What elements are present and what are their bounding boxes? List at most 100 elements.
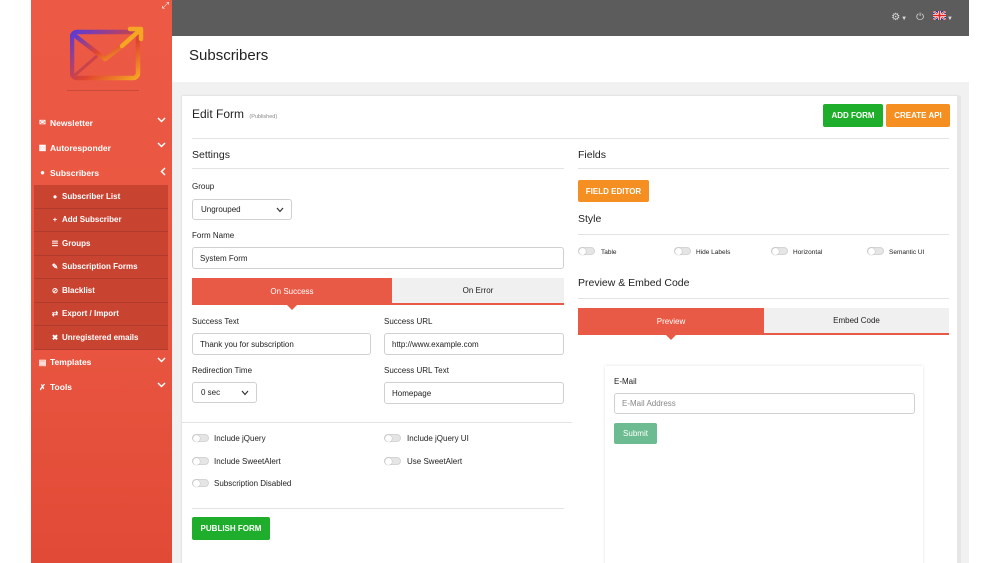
sidebar-item-label: Blacklist xyxy=(62,285,95,295)
include-jquery-ui-toggle[interactable] xyxy=(384,434,401,442)
sidebar-item-label: Newsletter xyxy=(50,117,93,128)
style-horizontal-toggle[interactable] xyxy=(771,247,788,255)
fields-title: Fields xyxy=(578,149,607,161)
status-badge: (Published) xyxy=(249,114,278,120)
field-editor-button[interactable]: FIELD EDITOR xyxy=(578,180,649,202)
paint-roller-icon: ▤ xyxy=(38,357,47,367)
caret-down-icon: ▼ xyxy=(947,16,953,22)
tab-active-notch xyxy=(287,305,297,310)
group-label: Group xyxy=(192,182,215,191)
submit-button[interactable]: Submit xyxy=(614,423,657,444)
sidebar-item-blacklist[interactable]: ⊘ Blacklist xyxy=(34,279,168,303)
create-api-button[interactable]: CREATE API xyxy=(886,104,950,127)
power-icon[interactable]: ⏻ xyxy=(916,12,924,23)
tools-icon: ✗ xyxy=(39,382,46,392)
sidebar-collapse-icon[interactable]: ⤢ xyxy=(162,1,169,10)
divider xyxy=(578,168,949,169)
plus-icon: + xyxy=(52,215,58,225)
sidebar-item-label: Export / Import xyxy=(62,309,119,319)
sidebar: ⤢ ✉ Newsletter ▩ Autoresponder ● Subscri… xyxy=(31,0,172,563)
form-name-input[interactable]: System Form xyxy=(192,247,564,269)
truck-icon: ▩ xyxy=(38,143,47,152)
redirection-time-select[interactable]: 0 sec xyxy=(192,382,257,403)
subscription-disabled-toggle[interactable] xyxy=(192,479,209,487)
sidebar-item-autoresponder[interactable]: ▩ Autoresponder xyxy=(31,135,172,160)
uk-flag-icon xyxy=(933,11,947,20)
language-menu[interactable]: ▼ xyxy=(933,11,953,23)
ban-icon: ⊘ xyxy=(51,285,59,295)
tab-preview[interactable]: Preview xyxy=(578,308,764,340)
list-icon: ☰ xyxy=(51,238,59,248)
exchange-icon: ⇄ xyxy=(51,309,59,319)
divider xyxy=(182,422,572,423)
sidebar-item-templates[interactable]: ▤ Templates xyxy=(31,350,172,375)
sidebar-item-label: Add Subscriber xyxy=(62,215,122,225)
divider xyxy=(192,168,564,169)
sidebar-item-groups[interactable]: ☰ Groups xyxy=(34,232,168,256)
card-title: Edit Form (Published) xyxy=(192,107,277,121)
sidebar-item-label: Subscription Forms xyxy=(62,262,138,272)
include-sweetalert-toggle[interactable] xyxy=(192,457,209,465)
app-logo xyxy=(69,26,146,82)
style-horizontal-label: Horizontal xyxy=(793,249,823,256)
group-select[interactable]: Ungrouped xyxy=(192,199,292,220)
subscription-disabled-label: Subscription Disabled xyxy=(214,479,292,488)
success-url-input[interactable]: http://www.example.com xyxy=(384,333,564,355)
sidebar-item-add-subscriber[interactable]: + Add Subscriber xyxy=(34,209,168,232)
include-jquery-ui-label: Include jQuery UI xyxy=(407,434,469,443)
use-sweetalert-toggle[interactable] xyxy=(384,457,401,465)
caret-down-icon: ▼ xyxy=(901,15,908,22)
publish-form-button[interactable]: PUBLISH FORM xyxy=(192,517,270,540)
add-form-button[interactable]: ADD FORM xyxy=(823,104,883,127)
sidebar-item-unregistered-emails[interactable]: ✖ Unregistered emails xyxy=(34,326,168,350)
include-sweetalert-label: Include SweetAlert xyxy=(214,457,281,466)
success-text-label: Success Text xyxy=(192,317,239,326)
scrollbar[interactable] xyxy=(957,96,961,563)
style-title: Style xyxy=(578,213,602,225)
sidebar-item-subscription-forms[interactable]: ✎ Subscription Forms xyxy=(34,256,168,279)
chevron-down-icon xyxy=(157,142,166,148)
chevron-down-icon xyxy=(241,389,249,398)
sidebar-item-label: Templates xyxy=(50,357,92,367)
sidebar-item-label: Subscriber List xyxy=(62,191,121,201)
page-title: Subscribers xyxy=(189,47,269,64)
success-text-input[interactable]: Thank you for subscription xyxy=(192,333,371,355)
gear-icon: ⚙ xyxy=(891,11,901,23)
success-url-text-label: Success URL Text xyxy=(384,366,449,375)
divider xyxy=(192,138,949,139)
style-hide-labels-label: Hide Labels xyxy=(696,249,731,256)
style-hide-labels-toggle[interactable] xyxy=(674,247,691,255)
include-jquery-toggle[interactable] xyxy=(192,434,209,442)
tab-on-success[interactable]: On Success xyxy=(192,278,392,310)
sidebar-item-subscriber-list[interactable]: ● Subscriber List xyxy=(34,185,168,209)
chevron-down-icon xyxy=(276,206,284,215)
style-table-toggle[interactable] xyxy=(578,247,595,255)
sidebar-item-export-import[interactable]: ⇄ Export / Import xyxy=(34,303,168,326)
chevron-down-icon xyxy=(157,381,166,388)
card-title-text: Edit Form xyxy=(192,107,245,121)
envelope-icon: ✉ xyxy=(39,118,46,127)
app-frame: ⤢ ✉ Newsletter ▩ Autoresponder ● Subscri… xyxy=(31,0,969,563)
sidebar-item-subscribers[interactable]: ● Subscribers xyxy=(31,160,172,185)
email-input[interactable]: E-Mail Address xyxy=(614,393,915,414)
settings-menu[interactable]: ⚙▼ xyxy=(891,12,907,23)
sidebar-nav: ✉ Newsletter ▩ Autoresponder ● Subscribe… xyxy=(31,110,172,400)
users-icon: ● xyxy=(52,191,58,201)
success-url-text-input[interactable]: Homepage xyxy=(384,382,564,404)
sidebar-item-tools[interactable]: ✗ Tools xyxy=(31,375,172,400)
include-jquery-label: Include jQuery xyxy=(214,434,266,443)
topbar-icons: ⚙▼ ⏻ ▼ xyxy=(891,11,953,23)
tab-active-notch xyxy=(666,335,676,340)
style-semantic-ui-toggle[interactable] xyxy=(867,247,884,255)
divider xyxy=(578,234,949,235)
divider xyxy=(192,508,564,509)
redirection-time-value: 0 sec xyxy=(201,388,221,397)
preview-embed-title: Preview & Embed Code xyxy=(578,277,690,289)
chevron-down-icon xyxy=(157,356,166,363)
settings-title: Settings xyxy=(192,149,230,161)
chevron-left-icon xyxy=(160,167,166,176)
edit-form-card: Edit Form (Published) ADD FORM CREATE AP… xyxy=(182,96,959,563)
tab-on-error[interactable]: On Error xyxy=(392,278,564,305)
tab-embed-code[interactable]: Embed Code xyxy=(764,308,949,335)
sidebar-item-newsletter[interactable]: ✉ Newsletter xyxy=(31,110,172,135)
